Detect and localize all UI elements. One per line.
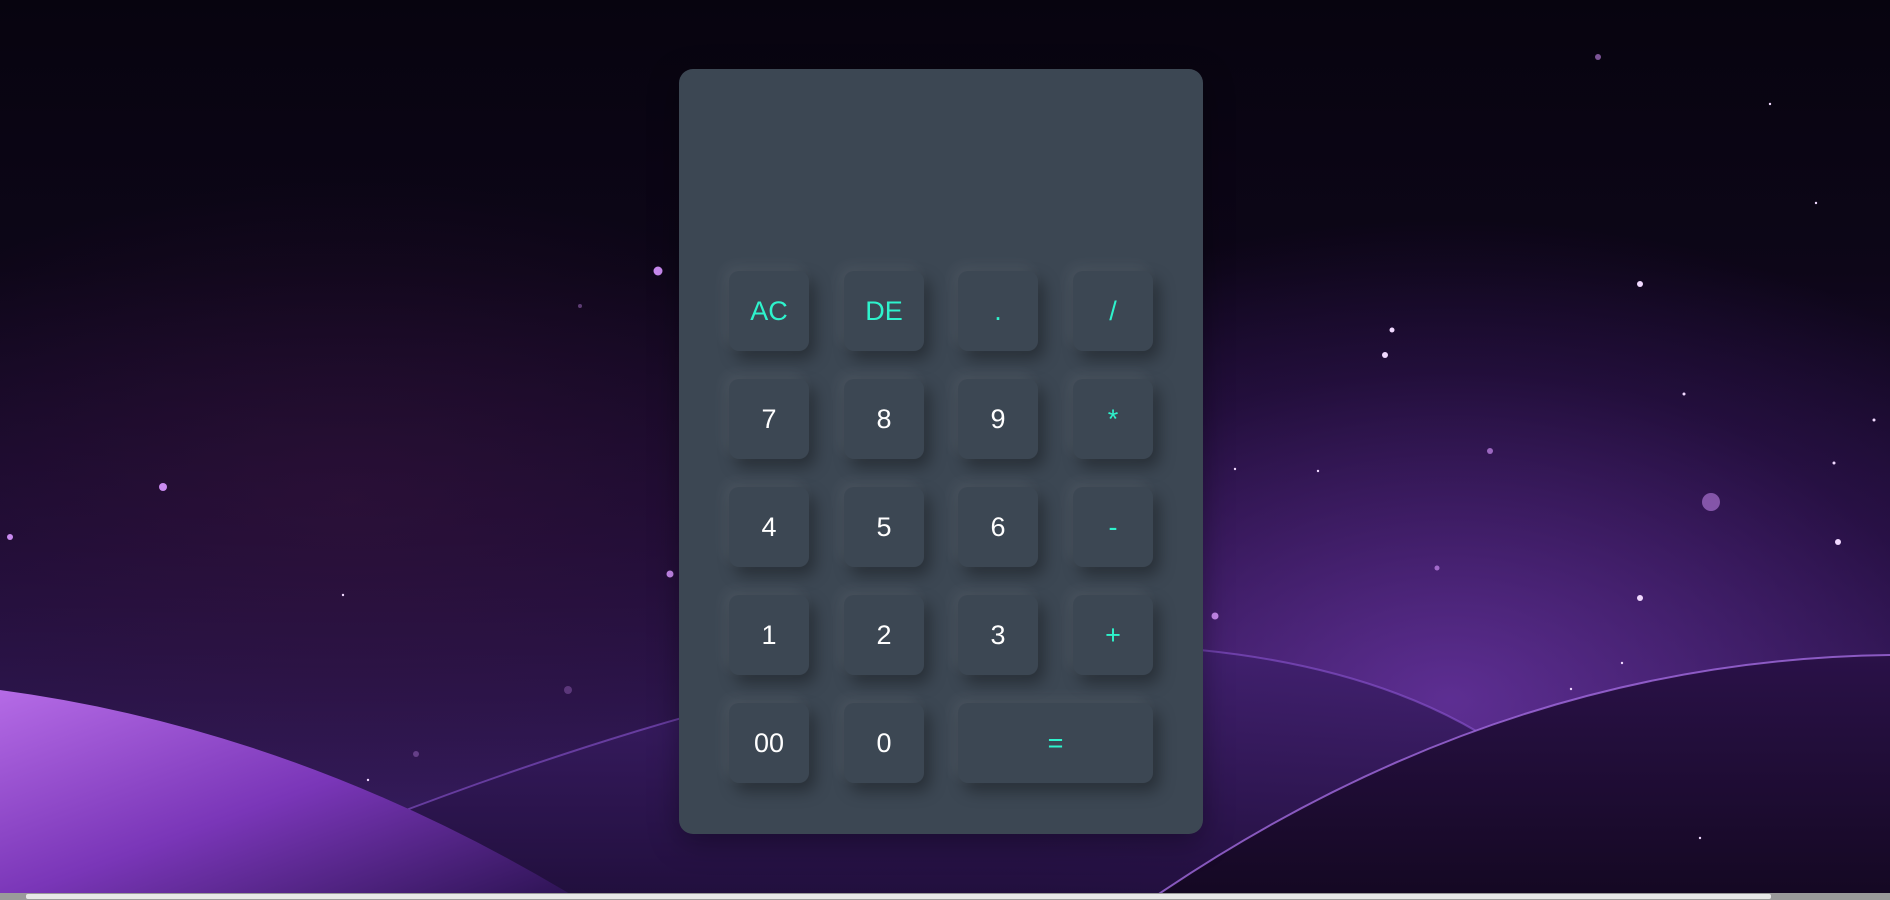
digit-8-button[interactable]: 8 — [844, 379, 924, 459]
digit-9-button[interactable]: 9 — [958, 379, 1038, 459]
digit-4-button[interactable]: 4 — [729, 487, 809, 567]
scrollbar-thumb[interactable] — [26, 894, 1771, 899]
digit-7-button[interactable]: 7 — [729, 379, 809, 459]
digit-0-button[interactable]: 0 — [844, 703, 924, 783]
calculator-display[interactable] — [709, 99, 1173, 249]
all-clear-button[interactable]: AC — [729, 271, 809, 351]
divide-button[interactable]: / — [1073, 271, 1153, 351]
multiply-button[interactable]: * — [1073, 379, 1153, 459]
double-zero-button[interactable]: 00 — [729, 703, 809, 783]
digit-3-button[interactable]: 3 — [958, 595, 1038, 675]
calculator-panel: AC DE . / 7 8 9 * 4 5 6 - 1 2 3 + 00 0 = — [679, 69, 1203, 834]
add-button[interactable]: + — [1073, 595, 1153, 675]
subtract-button[interactable]: - — [1073, 487, 1153, 567]
delete-button[interactable]: DE — [844, 271, 924, 351]
decimal-point-button[interactable]: . — [958, 271, 1038, 351]
digit-6-button[interactable]: 6 — [958, 487, 1038, 567]
digit-2-button[interactable]: 2 — [844, 595, 924, 675]
horizontal-scrollbar[interactable] — [0, 893, 1890, 900]
equals-button[interactable]: = — [958, 703, 1153, 783]
digit-1-button[interactable]: 1 — [729, 595, 809, 675]
digit-5-button[interactable]: 5 — [844, 487, 924, 567]
